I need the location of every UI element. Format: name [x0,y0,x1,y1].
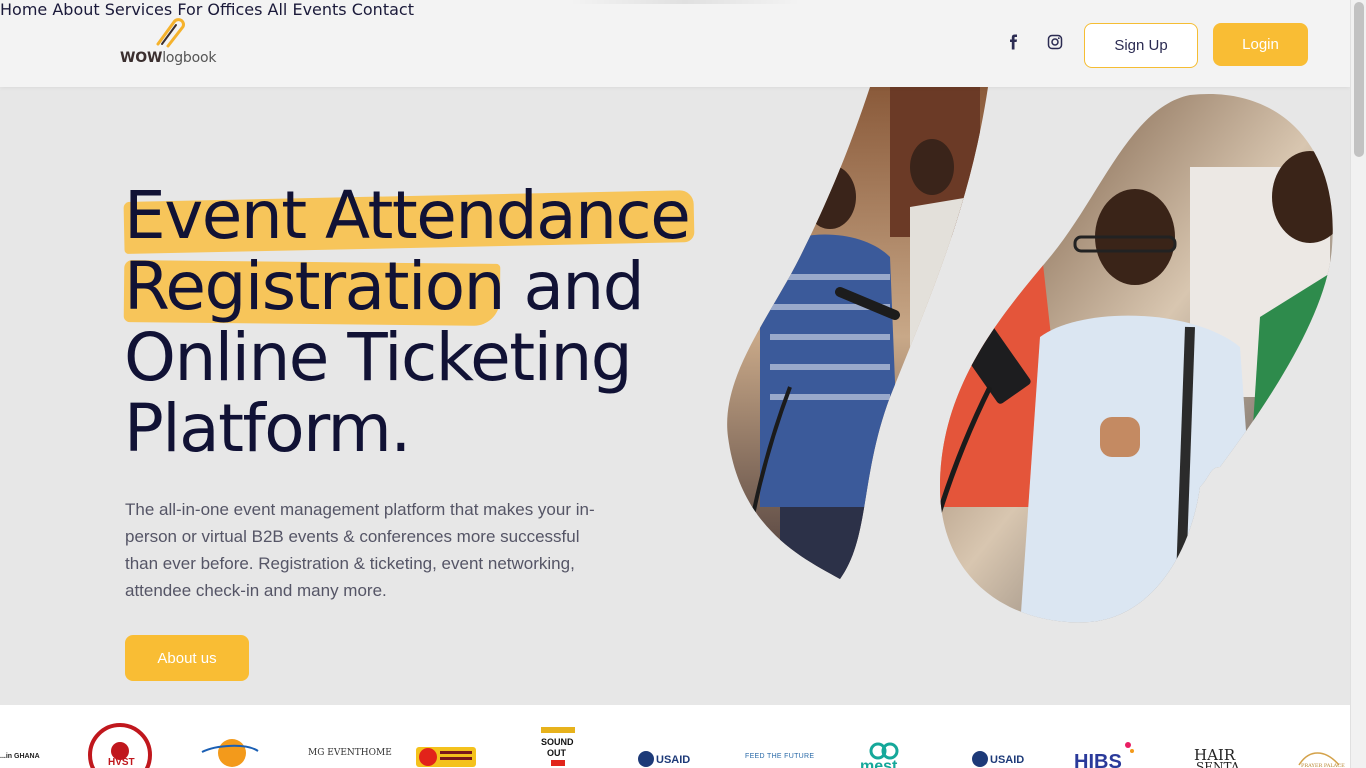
brand-name-logbook: logbook [162,50,217,66]
partner-logo-hair-senta: HAIR SENTA [1194,746,1240,768]
partner-logo-sound-out: SOUND OUT [541,727,575,766]
header-divider [570,0,800,4]
partner-logo-hvst: HVST [88,723,152,768]
hero-title-line: Online Ticketing [124,319,633,396]
nav-services[interactable]: Services [105,0,172,19]
hero-description: The all-in-one event management platform… [125,500,595,600]
instagram-icon[interactable] [1047,34,1063,50]
svg-text:USAID: USAID [656,754,690,766]
about-us-button[interactable]: About us [125,635,249,681]
nav-contact[interactable]: Contact [352,0,414,19]
brand-logo[interactable]: WOWlogbook [118,18,218,70]
svg-text:PRAYER PALACE: PRAYER PALACE [1301,763,1345,768]
nav-home[interactable]: Home [0,0,47,19]
partner-logo-usaid: USAID [638,751,690,767]
partner-logo-mg-eventhome: MG EVENTHOME [308,748,392,758]
partner-logo-daughters [416,747,476,767]
facebook-icon[interactable] [1006,34,1022,50]
svg-text:SOUND: SOUND [541,737,574,747]
svg-text:mest: mest [860,758,898,768]
nav-about[interactable]: About [52,0,99,19]
hero-title-line: Registration and [124,248,645,325]
signup-button[interactable]: Sign Up [1084,23,1198,68]
partner-logo-usaid-2: USAID [972,751,1024,767]
partner-logo-feed-the-future: FEED THE FUTURE [745,753,815,760]
svg-text:HIBS: HIBS [1074,751,1122,768]
brand-name: WOWlogbook [120,50,216,66]
partner-logos-strip: ...in GHANA HVST MG EVENTHOME SOUND OUT … [0,705,1350,768]
partner-logo-partial: ...in GHANA [0,753,40,760]
nav-all-events[interactable]: All Events [268,0,347,19]
brand-name-wow: WOW [120,50,163,66]
scrollbar-thumb[interactable] [1354,2,1364,157]
svg-text:USAID: USAID [990,754,1024,766]
svg-text:HVST: HVST [108,757,135,768]
partner-logo-globe [201,739,259,767]
svg-text:SENTA: SENTA [1196,760,1240,768]
partner-logo-mest: mest [860,742,899,768]
svg-text:OUT: OUT [547,748,567,758]
login-button[interactable]: Login [1213,23,1308,66]
nav-for-offices[interactable]: For Offices [177,0,262,19]
paperclip-logo-icon [156,18,185,48]
hero-event-photo [727,87,1333,623]
partner-logo-partial-right: PRAYER PALACE [1298,752,1345,768]
hero-title: Event Attendance Registration and Online… [124,180,724,464]
hero-title-line: Event Attendance [124,177,691,254]
page-scrollbar[interactable] [1350,0,1366,768]
hero-title-line: Platform. [124,390,411,467]
partner-logo-hibs: HIBS [1074,742,1134,768]
site-header: WOWlogbook Home About Services For Offic… [0,0,1350,87]
